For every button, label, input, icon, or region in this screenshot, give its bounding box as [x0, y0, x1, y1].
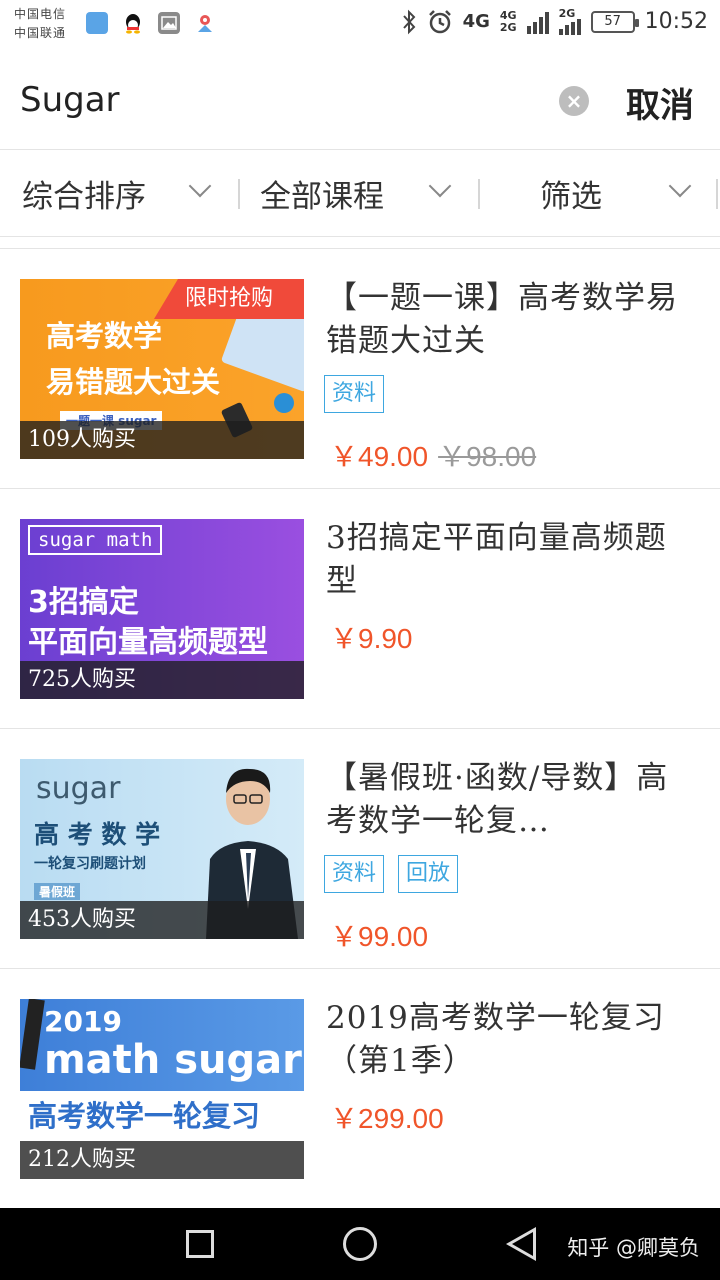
carrier-labels: 中国电信 中国联通 — [14, 5, 66, 43]
divider — [478, 179, 480, 209]
health-app-icon — [86, 12, 108, 34]
chevron-down-icon — [668, 174, 692, 197]
navigation-bar: 知乎 @卿莫负 — [0, 1208, 720, 1280]
battery-icon: 57 — [590, 10, 639, 33]
tag-materials: 资料 — [324, 855, 385, 893]
signal-icon-1 — [526, 10, 549, 34]
gallery-icon — [158, 12, 180, 34]
course-item[interactable]: 2019 math sugar 高考数学一轮复习 212人购买 2019高考数学… — [0, 969, 720, 1209]
divider — [716, 179, 718, 209]
thumbnail-line-1: 高考数学一轮复习 — [28, 1099, 261, 1133]
course-item[interactable]: sugar math 3招搞定 平面向量高频题型 725人购买 3招搞定平面向量… — [0, 489, 720, 729]
divider — [238, 179, 240, 209]
thumbnail-line-2: 平面向量高频题型 — [28, 625, 268, 660]
thumbnail-line-2: 易错题大过关 — [46, 365, 221, 399]
clock: 10:52 — [644, 9, 708, 34]
course-list: 高考数学 易错题大过关 一题一课 sugar 限时抢购 109人购买 【一题一课… — [0, 248, 720, 1179]
course-thumbnail: 高考数学 易错题大过关 一题一课 sugar 限时抢购 109人购买 — [20, 279, 304, 459]
cancel-button[interactable]: 取消 — [626, 78, 694, 127]
thumbnail-brand: math sugar — [44, 1037, 302, 1083]
current-price: ￥299.00 — [330, 1103, 444, 1134]
current-price: ￥9.90 — [330, 623, 413, 654]
course-thumbnail: sugar 高 考 数 学 一轮复习刷题计划 暑假班 453人购买 — [20, 759, 304, 939]
network-types: 4G 2G — [499, 8, 517, 34]
course-tags: 资料 — [324, 375, 385, 413]
buyer-count: 109人购买 — [20, 421, 304, 459]
notification-icons — [86, 12, 216, 34]
course-thumbnail: sugar math 3招搞定 平面向量高频题型 725人购买 — [20, 519, 304, 699]
sort-dropdown-label: 综合排序 — [22, 179, 146, 215]
network-type-1: 4G — [462, 11, 490, 32]
sort-dropdown[interactable]: 综合排序 — [22, 151, 212, 237]
course-price: ￥9.90 — [330, 617, 413, 657]
signal-group-2: 2G — [558, 7, 581, 35]
chevron-down-icon — [188, 174, 212, 197]
tag-materials: 资料 — [324, 375, 385, 413]
watermark: 知乎 @卿莫负 — [567, 1236, 700, 1260]
thumbnail-badge: sugar math — [28, 525, 163, 555]
course-title: 3招搞定平面向量高频题型 — [326, 520, 667, 599]
course-type-dropdown[interactable]: 全部课程 — [260, 151, 452, 237]
filter-label: 筛选 — [540, 179, 602, 215]
recent-apps-icon[interactable] — [186, 1230, 214, 1258]
course-type-label: 全部课程 — [260, 179, 384, 215]
back-icon[interactable] — [506, 1227, 536, 1261]
network-type-3: 2G — [499, 20, 517, 34]
course-price: ￥99.00 — [330, 915, 428, 955]
course-price: ￥49.00 ￥98.00 — [330, 435, 536, 475]
current-price: ￥49.00 — [330, 441, 429, 472]
network-type-4: 2G — [558, 7, 576, 20]
current-price: ￥99.00 — [330, 921, 429, 952]
thumbnail-year: 2019 — [44, 1005, 122, 1038]
home-icon[interactable] — [343, 1227, 377, 1261]
status-bar: 中国电信 中国联通 4G 4G 2G 2G 57 10:52 — [0, 0, 720, 50]
course-price: ￥299.00 — [330, 1097, 444, 1137]
signal-icon-2 — [558, 19, 581, 35]
filter-dropdown[interactable]: 筛选 — [540, 151, 692, 237]
location-app-icon — [194, 12, 216, 34]
bluetooth-icon — [402, 9, 415, 34]
original-price: ￥98.00 — [438, 441, 537, 472]
search-input[interactable] — [20, 80, 540, 120]
course-item[interactable]: sugar 高 考 数 学 一轮复习刷题计划 暑假班 453人购买 【暑假班·函… — [0, 729, 720, 969]
buyer-count: 725人购买 — [20, 661, 304, 699]
buyer-count: 212人购买 — [20, 1141, 304, 1179]
network-type-2: 4G — [499, 8, 517, 22]
chevron-down-icon — [428, 174, 452, 197]
course-tags: 资料 回放 — [324, 855, 459, 893]
thumbnail-line-1: 3招搞定 — [28, 585, 139, 620]
carrier-1: 中国电信 — [14, 7, 67, 21]
course-title: 【暑假班·函数/导数】高考数学一轮复… — [326, 760, 669, 839]
search-bar: × 取消 — [0, 50, 720, 150]
system-status: 4G 4G 2G 2G 57 10:52 — [401, 8, 708, 35]
thumbnail-line-1: 高考数学 — [46, 319, 163, 353]
qq-icon — [122, 12, 144, 34]
course-thumbnail: 2019 math sugar 高考数学一轮复习 212人购买 — [20, 999, 304, 1179]
filter-bar: 综合排序 全部课程 筛选 — [0, 151, 720, 237]
buyer-count: 453人购买 — [20, 901, 304, 939]
course-title: 2019高考数学一轮复习（第1季） — [326, 1000, 665, 1079]
tag-replay: 回放 — [398, 855, 459, 893]
alarm-icon — [428, 9, 451, 33]
course-item[interactable]: 高考数学 易错题大过关 一题一课 sugar 限时抢购 109人购买 【一题一课… — [0, 249, 720, 489]
course-title: 【一题一课】高考数学易错题大过关 — [326, 280, 678, 359]
flash-sale-ribbon: 限时抢购 — [154, 279, 304, 319]
carrier-2: 中国联通 — [14, 26, 67, 40]
battery-level: 57 — [604, 13, 621, 29]
clear-search-icon[interactable]: × — [559, 86, 589, 116]
